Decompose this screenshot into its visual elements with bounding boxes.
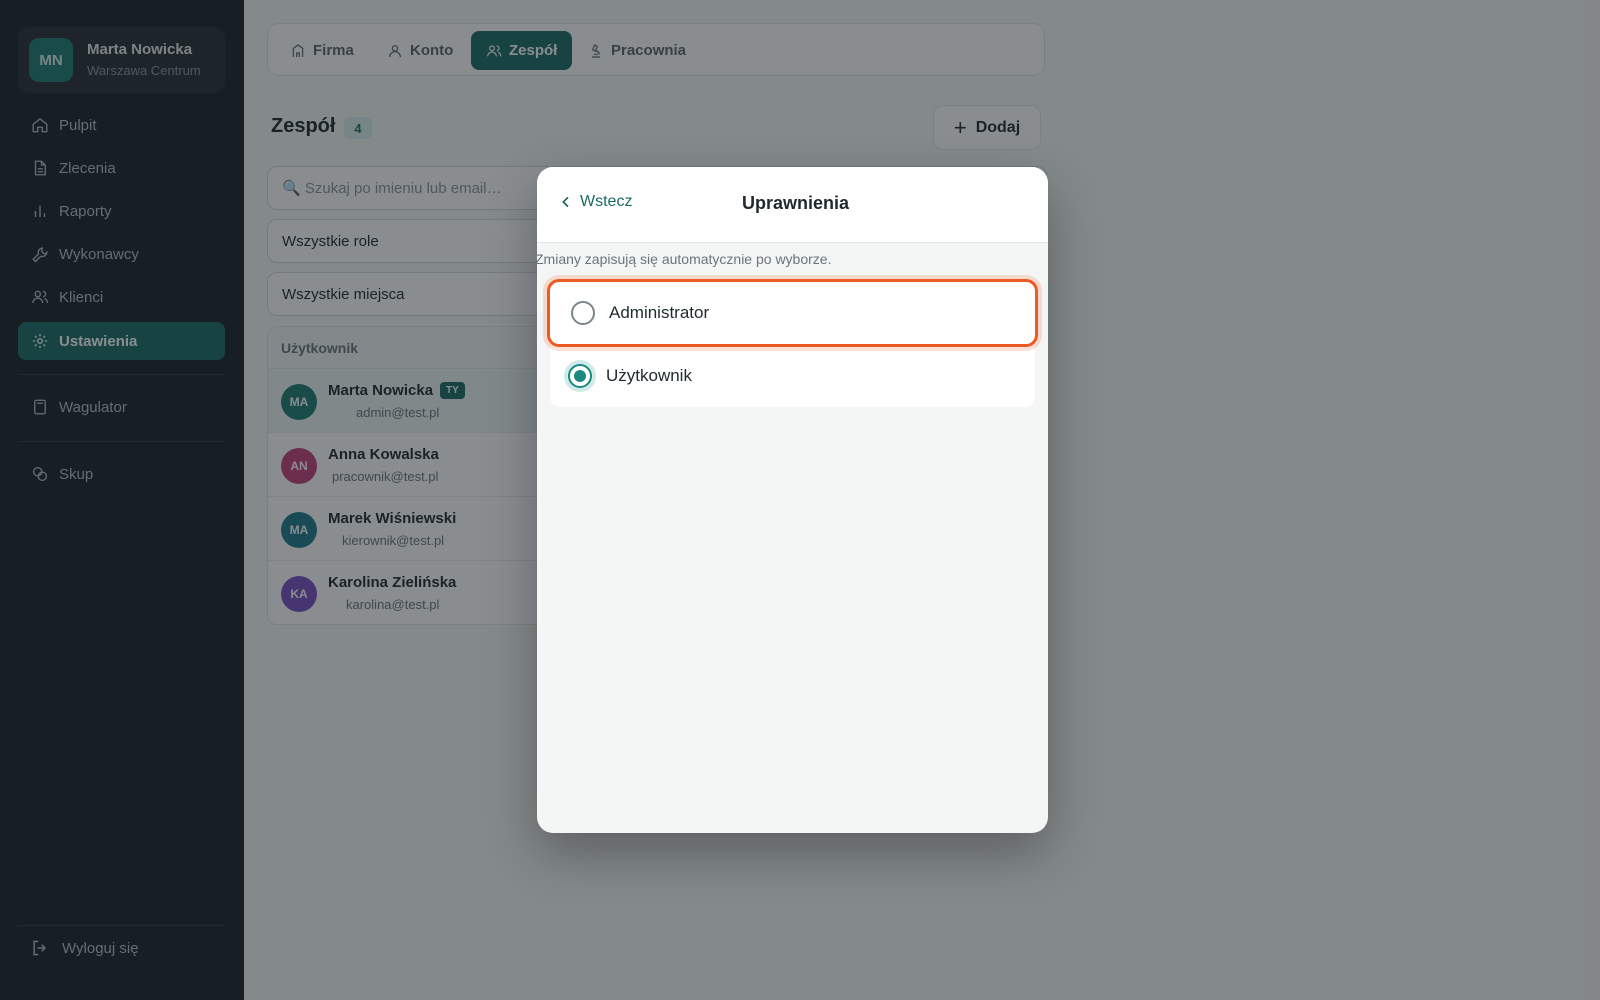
back-label: Wstecz [580, 193, 633, 210]
option-label: Administrator [609, 303, 710, 322]
role-options: Administrator Użytkownik [547, 279, 1038, 407]
autosave-hint: Zmiany zapisują się automatycznie po wyb… [537, 251, 832, 267]
role-option-uzytkownik[interactable]: Użytkownik [550, 345, 1035, 407]
permissions-modal: Uprawnienia Wstecz Zmiany zapisują się a… [537, 167, 1048, 833]
back-button[interactable]: Wstecz [558, 193, 632, 211]
radio-button-selected[interactable] [568, 364, 592, 388]
radio-button[interactable] [571, 301, 595, 325]
option-label: Użytkownik [606, 366, 692, 385]
chevron-left-icon [562, 196, 569, 208]
modal-header: Uprawnienia Wstecz [537, 167, 1048, 243]
role-option-administrator[interactable]: Administrator [547, 279, 1038, 347]
